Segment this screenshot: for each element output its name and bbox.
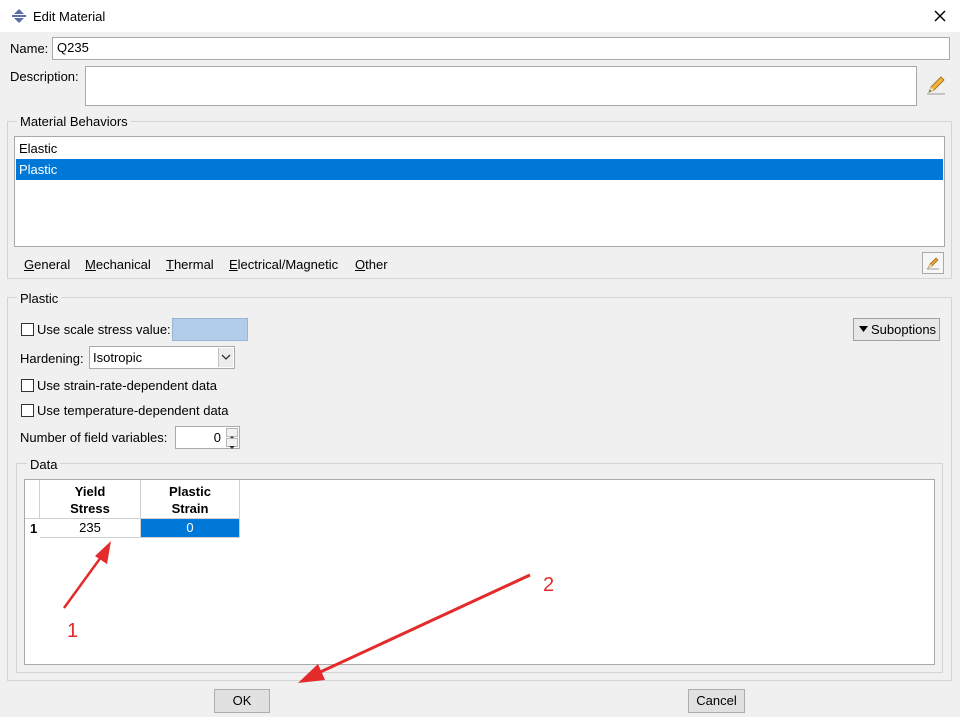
hardening-value: Isotropic [93,350,143,365]
scale-stress-field [172,318,248,341]
menu-thermal[interactable]: Thermal [166,257,214,272]
data-title: Data [27,457,61,472]
title-bar [0,0,960,32]
delete-behavior-button[interactable] [922,252,944,274]
eraser-icon [927,257,939,270]
scale-stress-label: Use scale stress value: [37,322,171,337]
strain-rate-label: Use strain-rate-dependent data [37,378,217,393]
combo-arrow [218,348,233,367]
suboptions-button[interactable]: Suboptions [853,318,940,341]
field-vars-spinbox[interactable]: 0 [175,426,240,449]
cell-plastic-strain[interactable]: 0 [141,519,240,538]
menu-mechanical[interactable]: Mechanical [85,257,151,272]
abaqus-app-icon [12,9,26,23]
hardening-select[interactable]: Isotropic [89,346,235,369]
cancel-button[interactable]: Cancel [688,689,745,713]
dropdown-arrow-icon [859,326,868,332]
chevron-down-icon [221,354,231,360]
ok-button[interactable]: OK [214,689,270,713]
spin-up-button[interactable] [226,428,238,439]
temperature-label: Use temperature-dependent data [37,403,229,418]
material-behaviors-title: Material Behaviors [17,114,131,129]
close-icon[interactable] [928,4,952,28]
spin-buttons [226,428,238,449]
material-behaviors-list: Elastic Plastic [14,136,945,247]
behavior-item-elastic[interactable]: Elastic [16,138,943,159]
description-input[interactable] [85,66,917,106]
window-title: Edit Material [33,9,106,24]
name-input[interactable]: Q235 [52,37,950,60]
row-header: 1 [30,521,38,536]
field-vars-label: Number of field variables: [20,430,168,445]
plastic-title: Plastic [17,291,62,306]
name-label: Name: [10,41,49,56]
temperature-checkbox[interactable] [21,404,34,417]
suboptions-label: Suboptions [871,322,937,337]
menu-electrical-magnetic[interactable]: Electrical/Magnetic [229,257,338,272]
table-corner [25,480,40,519]
spin-down-button[interactable] [226,438,238,449]
cell-yield-stress[interactable]: 235 [40,519,141,538]
description-label: Description: [10,69,79,84]
strain-rate-checkbox[interactable] [21,379,34,392]
menu-other[interactable]: Other [355,257,388,272]
column-header-yield-stress: Yield Stress [40,480,141,519]
menu-general[interactable]: General [24,257,70,272]
column-header-plastic-strain: Plastic Strain [141,480,240,519]
annotation-label-2: 2 [543,574,555,596]
down-arrow-icon [229,446,235,449]
scale-stress-checkbox[interactable] [21,323,34,336]
annotation-label-1: 1 [67,620,79,642]
field-vars-value: 0 [213,430,221,445]
behavior-item-plastic[interactable]: Plastic [16,159,943,180]
pencil-icon[interactable] [925,74,947,96]
hardening-label: Hardening: [20,351,84,366]
